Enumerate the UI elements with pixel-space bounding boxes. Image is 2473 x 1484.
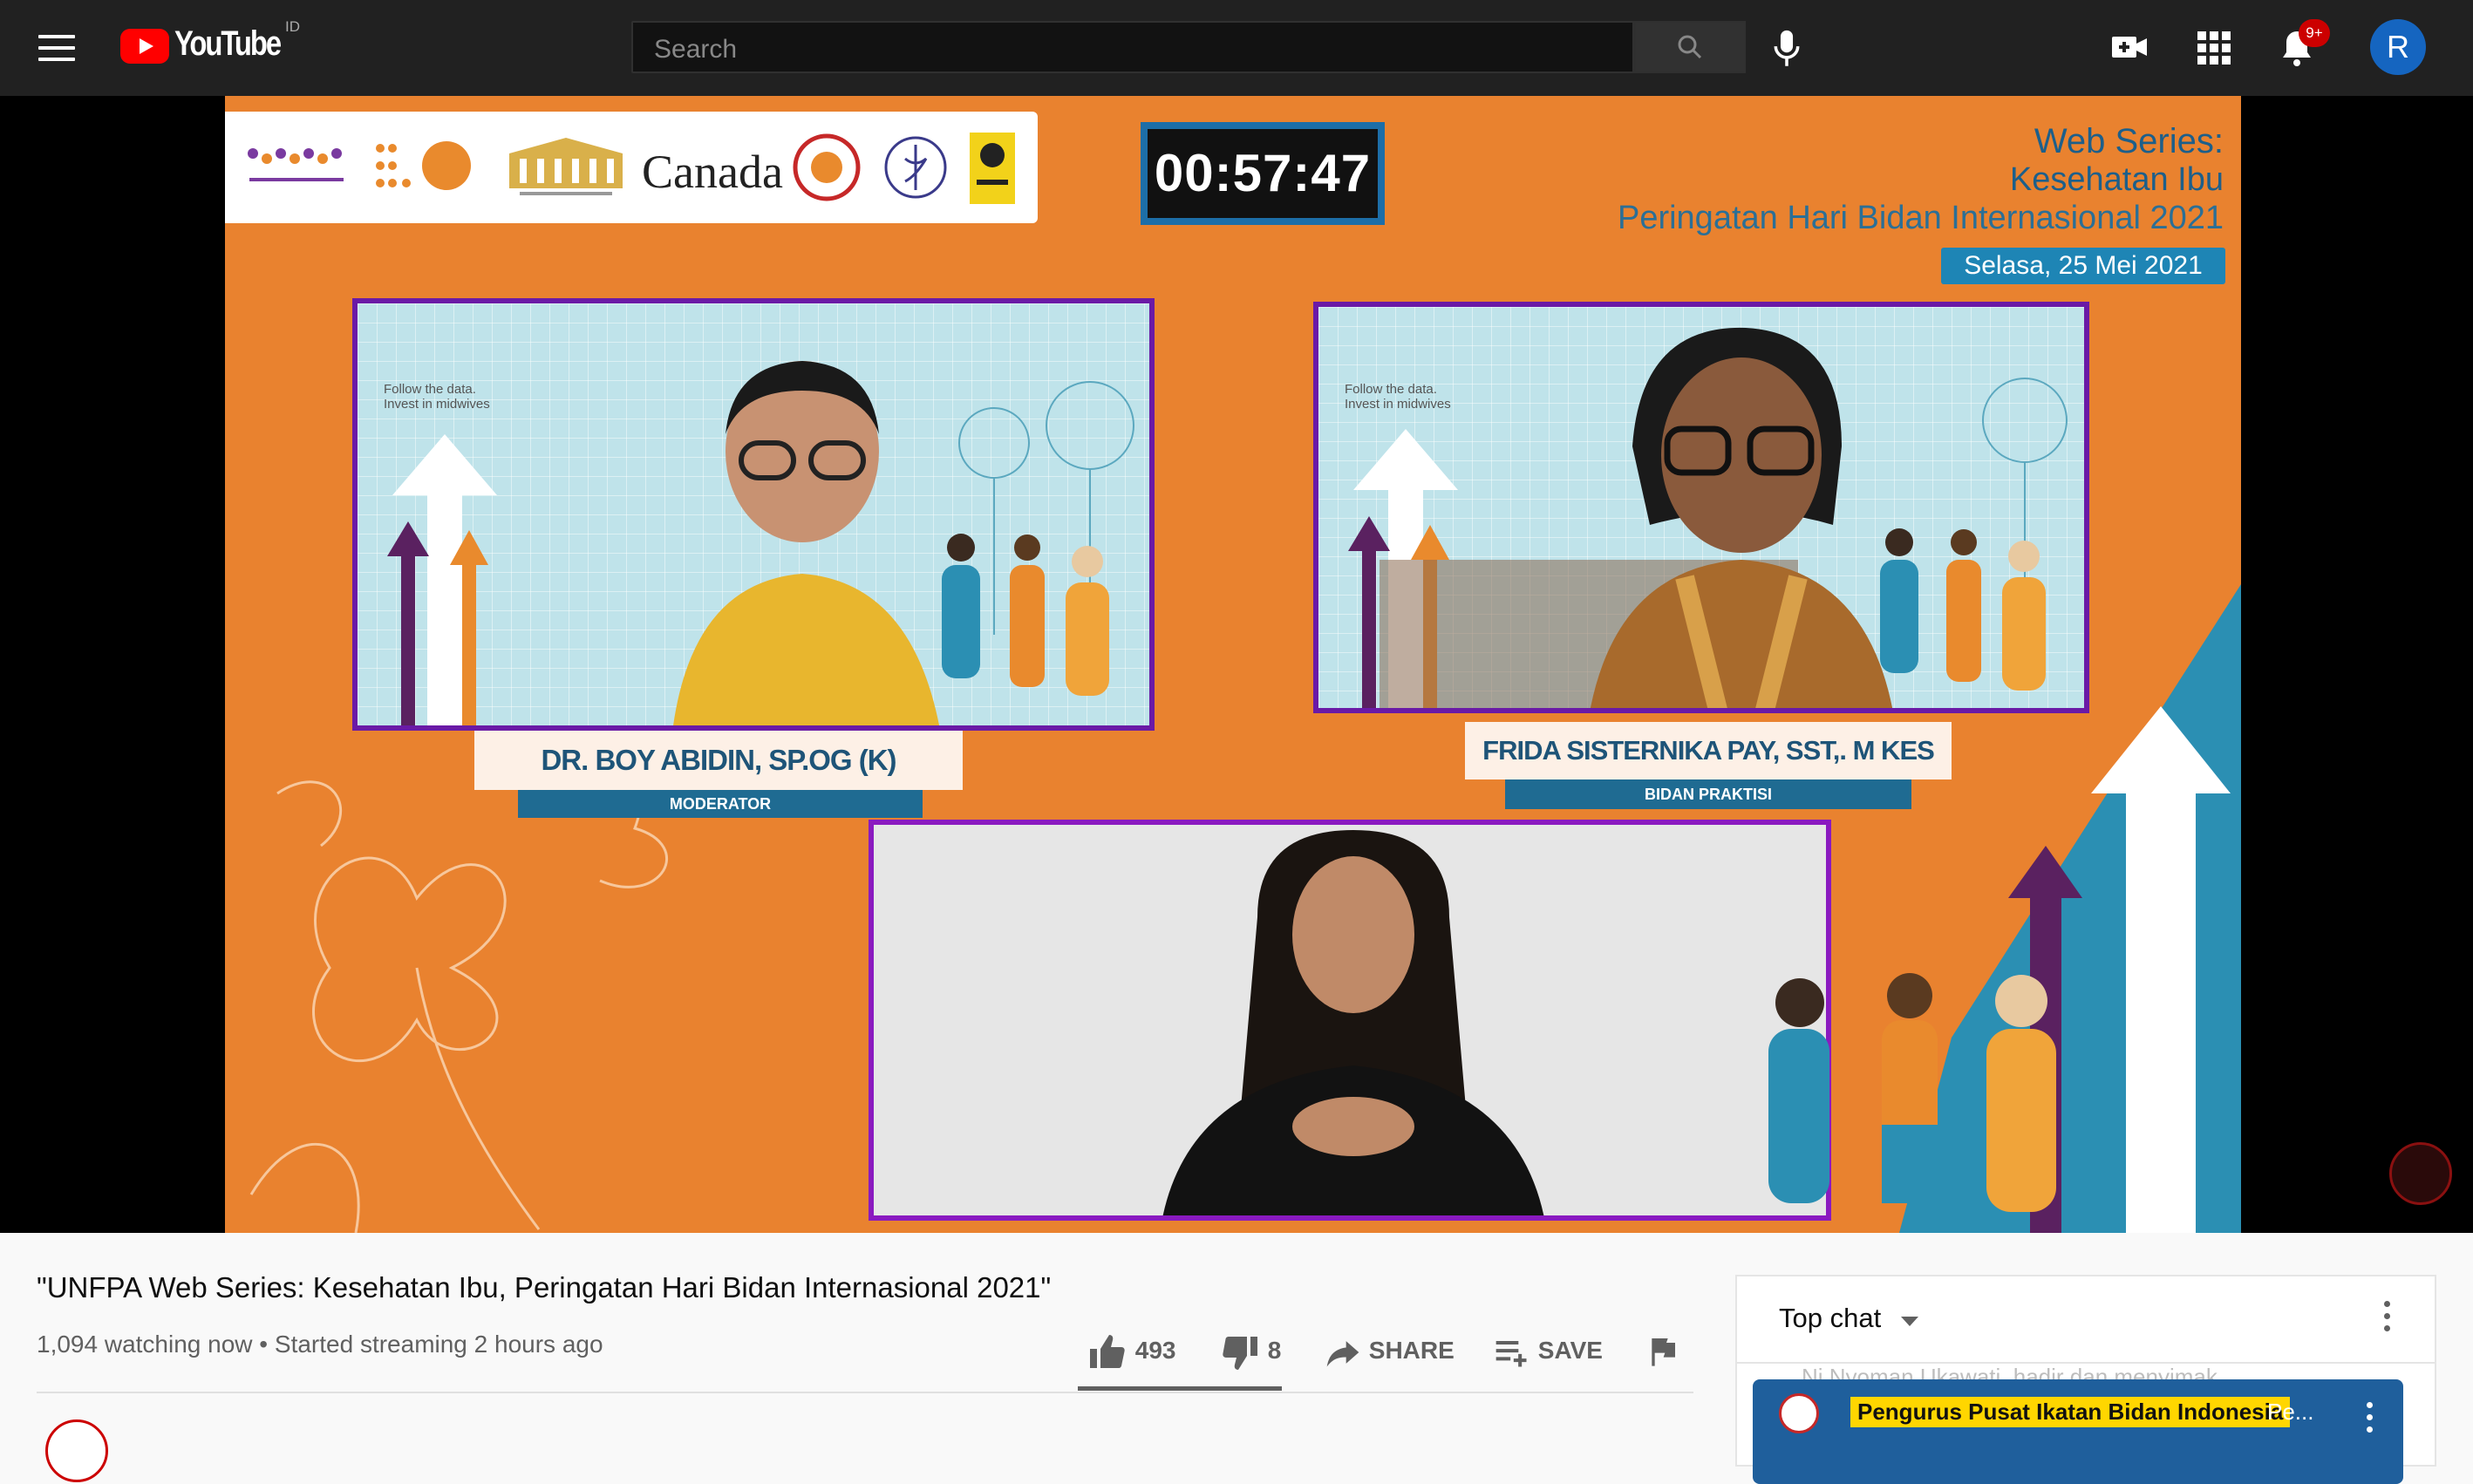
channel-avatar[interactable]: [45, 1419, 108, 1482]
like-count: 493: [1134, 1337, 1176, 1364]
share-label: SHARE: [1368, 1337, 1455, 1364]
panel-tagline: Follow the data. Invest in midwives: [384, 382, 490, 412]
info-divider: [37, 1392, 1693, 1393]
share-button[interactable]: SHARE: [1324, 1329, 1455, 1372]
thumbs-down-icon: [1223, 1336, 1257, 1370]
notification-count-badge: 9+: [2299, 19, 2330, 47]
create-video-icon[interactable]: [2109, 26, 2150, 68]
youtube-logo-text[interactable]: YouTube: [174, 24, 282, 64]
microphone-icon[interactable]: [1772, 28, 1802, 70]
stream-start-time: Started streaming 2 hours ago: [274, 1331, 603, 1358]
thumbs-up-icon: [1090, 1334, 1125, 1368]
sign-language-interpreter-panel: [869, 820, 1831, 1221]
knowledge-hub-logo-icon: [248, 148, 344, 181]
like-ratio-bar: [1078, 1386, 1282, 1391]
speaker-video-panel: Follow the data. Invest in midwives: [352, 298, 1155, 731]
search-placeholder: Search: [654, 35, 738, 64]
chat-mode-dropdown[interactable]: Top chat: [1779, 1303, 1881, 1334]
panel-tagline: Follow the data. Invest in midwives: [1345, 382, 1451, 412]
playlist-add-icon: [1495, 1340, 1527, 1367]
pinned-message-text: Pe...: [2267, 1399, 2314, 1425]
speaker-name: DR. BOY ABIDIN, SP.OG (K): [474, 731, 963, 790]
search-icon: [1678, 35, 1702, 59]
medical-association-logo-icon: [884, 136, 947, 199]
pinned-author-avatar: [1779, 1393, 1819, 1433]
unfpa-logo-icon: [376, 141, 471, 190]
share-arrow-icon: [1326, 1340, 1359, 1367]
partner-logos-strip: Canada: [225, 112, 1038, 223]
pinned-author-name: Pengurus Pusat Ikatan Bidan Indonesia: [1850, 1397, 2291, 1427]
web-series-subtitle: Kesehatan Ibu: [2009, 161, 2224, 198]
chat-more-options-icon[interactable]: [2384, 1301, 2393, 1336]
speaker-role: BIDAN PRAKTISI: [1505, 779, 1911, 809]
video-frame[interactable]: Canada 00:57:47 Web Series: Kesehatan Ib…: [225, 96, 2241, 1233]
meta-separator: •: [259, 1331, 269, 1358]
countdown-timer: 00:57:47: [1141, 122, 1385, 225]
account-avatar[interactable]: R: [2370, 19, 2426, 75]
video-meta: 1,094 watching now • Started streaming 2…: [37, 1331, 603, 1358]
web-series-subtitle-2: Peringatan Hari Bidan Internasional 2021: [1617, 200, 2224, 236]
speaker-name: FRIDA SISTERNIKA PAY, SST,. M KES: [1465, 722, 1952, 779]
channel-watermark-icon[interactable]: [2389, 1142, 2452, 1205]
growth-arrows-icon: [387, 434, 497, 725]
top-bar: YouTube ID Search 9+ R: [0, 0, 2473, 96]
country-code: ID: [285, 18, 300, 35]
ibi-seal-logo-icon: [793, 133, 861, 201]
video-player[interactable]: Canada 00:57:47 Web Series: Kesehatan Ib…: [0, 96, 2473, 1233]
midwives-illustration-icon: [942, 381, 1134, 696]
speaker-role: MODERATOR: [518, 790, 923, 818]
speaker-figure-icon: [1591, 327, 1892, 708]
dislike-button[interactable]: 8: [1219, 1329, 1281, 1372]
youtube-logo-icon[interactable]: [120, 29, 169, 64]
speaker-figure-icon: [673, 361, 940, 725]
viewer-count: 1,094 watching now: [37, 1331, 253, 1358]
web-series-title: Web Series:: [2034, 122, 2224, 160]
chevron-down-icon[interactable]: [1901, 1317, 1918, 1326]
interpreter-figure-icon: [1162, 830, 1544, 1215]
save-label: SAVE: [1537, 1337, 1603, 1364]
report-flag-icon[interactable]: [1645, 1334, 1679, 1369]
live-chat-panel: Top chat Ni Nyoman Ukawati, hadir dan me…: [1735, 1275, 2436, 1484]
pinned-chat-message[interactable]: Pengurus Pusat Ikatan Bidan Indonesia Pe…: [1753, 1379, 2403, 1484]
dislike-count: 8: [1267, 1337, 1282, 1364]
save-button[interactable]: SAVE: [1493, 1329, 1603, 1372]
canada-wordmark: Canada: [642, 146, 783, 198]
midwives-group-illustration-icon: [1768, 973, 2056, 1212]
speaker-video-panel: Follow the data. Invest in midwives: [1313, 302, 2089, 713]
pinned-more-options-icon[interactable]: [2367, 1402, 2375, 1439]
apps-grid-icon[interactable]: [2192, 26, 2234, 68]
web-series-title-block: Web Series: Kesehatan Ibu Peringatan Har…: [1618, 122, 2224, 237]
kantor-staf-presiden-logo-icon: [509, 138, 623, 195]
chat-header: Top chat: [1737, 1276, 2435, 1364]
search-button[interactable]: [1634, 21, 1746, 73]
web-series-date: Selasa, 25 Mei 2021: [1941, 248, 2225, 284]
menu-icon[interactable]: [38, 35, 75, 61]
midwives-illustration-icon: [1880, 378, 2068, 691]
like-button[interactable]: 493: [1087, 1329, 1176, 1372]
search-input[interactable]: Search: [631, 21, 1634, 73]
video-title: "UNFPA Web Series: Kesehatan Ibu, Pering…: [37, 1271, 1052, 1304]
university-logo-icon: [970, 133, 1015, 204]
